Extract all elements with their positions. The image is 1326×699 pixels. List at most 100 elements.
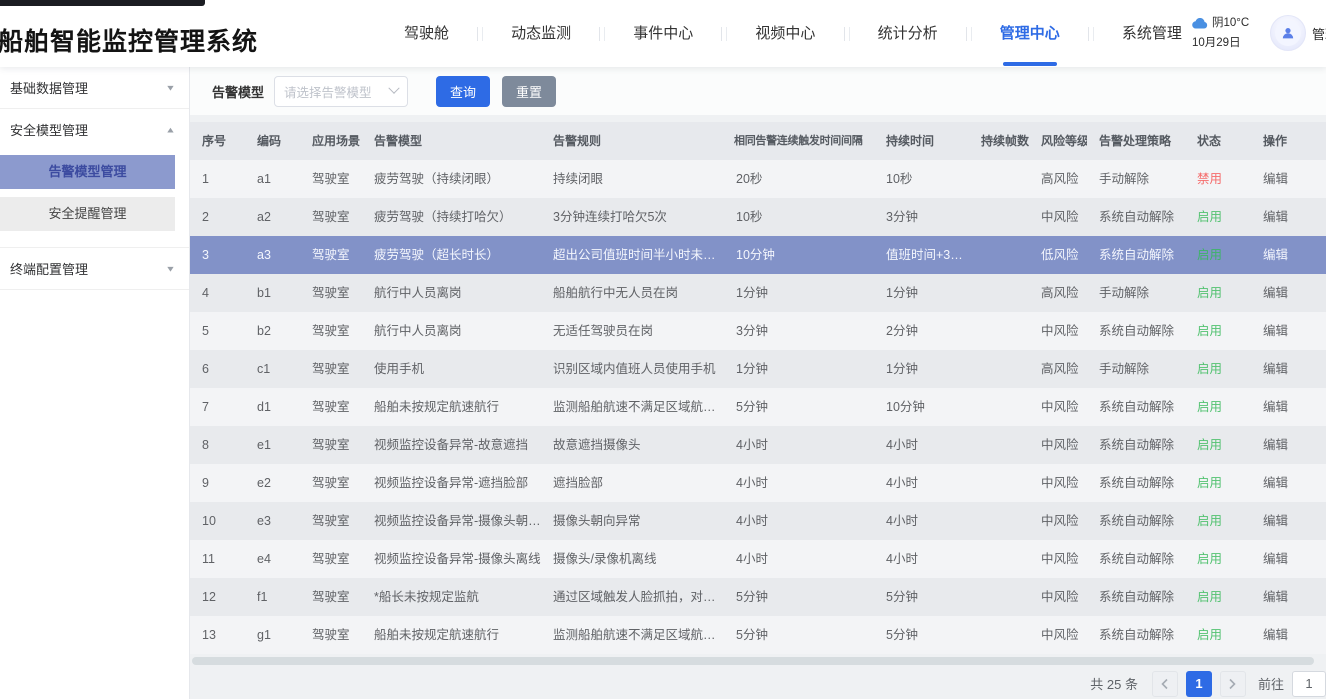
cell-status: 启用	[1185, 426, 1251, 464]
cell-model: 疲劳驾驶（持续闭眼）	[362, 160, 541, 198]
cell-seq: 3	[190, 236, 245, 274]
cell-frames	[969, 160, 1029, 198]
edit-link[interactable]: 编辑	[1251, 540, 1326, 578]
prev-page-button[interactable]	[1152, 671, 1178, 697]
nav-item-system-management[interactable]: 系统管理	[1116, 0, 1188, 67]
next-page-button[interactable]	[1220, 671, 1246, 697]
table-row[interactable]: 12f1驾驶室*船长未按规定监航通过区域触发人脸抓拍，对船长身份...5分钟5分…	[190, 578, 1326, 616]
reset-button[interactable]: 重置	[502, 76, 556, 107]
cell-status: 启用	[1185, 502, 1251, 540]
cell-scene: 驾驶室	[300, 426, 362, 464]
cell-frames	[969, 578, 1029, 616]
column-header-rule: 告警规则	[541, 122, 724, 160]
query-button[interactable]: 查询	[436, 76, 490, 107]
nav-item-video-center[interactable]: 视频中心	[749, 0, 821, 67]
sidebar-item-safety-model[interactable]: 安全模型管理▲	[0, 109, 189, 150]
cell-code: e1	[245, 426, 300, 464]
cell-duration: 5分钟	[874, 616, 969, 654]
select-placeholder: 请选择告警模型	[284, 82, 372, 101]
page-1-button[interactable]: 1	[1186, 671, 1212, 697]
table-row[interactable]: 5b2驾驶室航行中人员离岗无适任驾驶员在岗3分钟2分钟中风险系统自动解除启用编辑	[190, 312, 1326, 350]
cell-seq: 9	[190, 464, 245, 502]
cell-seq: 11	[190, 540, 245, 578]
nav-separator	[966, 27, 972, 41]
cell-model: 航行中人员离岗	[362, 274, 541, 312]
cell-risk: 中风险	[1029, 502, 1087, 540]
cell-interval: 5分钟	[724, 578, 874, 616]
table-row[interactable]: 10e3驾驶室视频监控设备异常-摄像头朝向异常摄像头朝向异常4小时4小时中风险系…	[190, 502, 1326, 540]
chevron-right-icon	[1228, 678, 1237, 690]
column-header-risk: 风险等级	[1029, 122, 1087, 160]
filter-bar: 告警模型 请选择告警模型 查询 重置	[190, 67, 1326, 115]
edit-link[interactable]: 编辑	[1251, 274, 1326, 312]
user-avatar[interactable]	[1270, 15, 1306, 51]
pagination-total: 共 25 条	[1090, 674, 1138, 693]
cell-seq: 5	[190, 312, 245, 350]
nav-item-statistics[interactable]: 统计分析	[872, 0, 944, 67]
alarm-model-select[interactable]: 请选择告警模型	[274, 76, 408, 107]
cell-code: a3	[245, 236, 300, 274]
horizontal-scrollbar-thumb[interactable]	[192, 657, 1314, 665]
cell-code: c1	[245, 350, 300, 388]
table-row[interactable]: 3a3驾驶室疲劳驾驶（超长时长）超出公司值班时间半小时未按规定交接10分钟值班时…	[190, 236, 1326, 274]
cell-duration: 4小时	[874, 502, 969, 540]
cell-scene: 驾驶室	[300, 464, 362, 502]
filter-label: 告警模型	[212, 82, 264, 101]
table-row[interactable]: 9e2驾驶室视频监控设备异常-遮挡脸部遮挡脸部4小时4小时中风险系统自动解除启用…	[190, 464, 1326, 502]
cell-code: b2	[245, 312, 300, 350]
cell-interval: 5分钟	[724, 388, 874, 426]
edit-link[interactable]: 编辑	[1251, 502, 1326, 540]
cell-model: 视频监控设备异常-摄像头朝向异常	[362, 502, 541, 540]
edit-link[interactable]: 编辑	[1251, 578, 1326, 616]
sidebar-item-terminal-config[interactable]: 终端配置管理▼	[0, 248, 189, 289]
cell-strategy: 手动解除	[1087, 274, 1185, 312]
table-row[interactable]: 8e1驾驶室视频监控设备异常-故意遮挡故意遮挡摄像头4小时4小时中风险系统自动解…	[190, 426, 1326, 464]
cell-seq: 1	[190, 160, 245, 198]
weather-date: 10月29日	[1192, 33, 1241, 53]
cell-strategy: 手动解除	[1087, 160, 1185, 198]
edit-link[interactable]: 编辑	[1251, 160, 1326, 198]
cell-model: 疲劳驾驶（超长时长）	[362, 236, 541, 274]
edit-link[interactable]: 编辑	[1251, 464, 1326, 502]
nav-item-cockpit[interactable]: 驾驶舱	[398, 0, 455, 67]
edit-link[interactable]: 编辑	[1251, 426, 1326, 464]
sidebar-item-alarm-model[interactable]: 告警模型管理	[0, 155, 175, 189]
cell-frames	[969, 312, 1029, 350]
cell-seq: 2	[190, 198, 245, 236]
edit-link[interactable]: 编辑	[1251, 616, 1326, 654]
edit-link[interactable]: 编辑	[1251, 312, 1326, 350]
sidebar-group-label: 基础数据管理	[10, 78, 88, 97]
user-menu[interactable]: 管理	[1270, 15, 1326, 51]
cell-seq: 7	[190, 388, 245, 426]
table-row[interactable]: 4b1驾驶室航行中人员离岗船舶航行中无人员在岗1分钟1分钟高风险手动解除启用编辑	[190, 274, 1326, 312]
cell-duration: 10分钟	[874, 388, 969, 426]
nav-item-event-center[interactable]: 事件中心	[627, 0, 699, 67]
cell-code: a2	[245, 198, 300, 236]
column-header-duration: 持续时间	[874, 122, 969, 160]
edit-link[interactable]: 编辑	[1251, 350, 1326, 388]
cell-strategy: 系统自动解除	[1087, 502, 1185, 540]
cell-status: 启用	[1185, 274, 1251, 312]
edit-link[interactable]: 编辑	[1251, 388, 1326, 426]
edit-link[interactable]: 编辑	[1251, 236, 1326, 274]
cell-risk: 中风险	[1029, 540, 1087, 578]
table-row[interactable]: 7d1驾驶室船舶未按规定航速航行监测船舶航速不满足区域航速限制规定5分钟10分钟…	[190, 388, 1326, 426]
nav-item-dynamic-monitor[interactable]: 动态监测	[505, 0, 577, 67]
cell-frames	[969, 236, 1029, 274]
sidebar-item-basic-data[interactable]: 基础数据管理▼	[0, 67, 189, 108]
cell-rule: 超出公司值班时间半小时未按规定交接	[541, 236, 724, 274]
nav-item-management-center[interactable]: 管理中心	[994, 0, 1066, 67]
table-row[interactable]: 2a2驾驶室疲劳驾驶（持续打哈欠）3分钟连续打哈欠5次10秒3分钟中风险系统自动…	[190, 198, 1326, 236]
table-row[interactable]: 1a1驾驶室疲劳驾驶（持续闭眼）持续闭眼20秒10秒高风险手动解除禁用编辑	[190, 160, 1326, 198]
goto-page-input[interactable]	[1292, 671, 1326, 697]
sidebar-item-safety-reminder[interactable]: 安全提醒管理	[0, 197, 175, 231]
table-row[interactable]: 6c1驾驶室使用手机识别区域内值班人员使用手机1分钟1分钟高风险手动解除启用编辑	[190, 350, 1326, 388]
cell-interval: 3分钟	[724, 312, 874, 350]
cell-interval: 5分钟	[724, 616, 874, 654]
sidebar-group-label: 安全模型管理	[10, 120, 88, 139]
cell-interval: 10分钟	[724, 236, 874, 274]
edit-link[interactable]: 编辑	[1251, 198, 1326, 236]
cell-interval: 10秒	[724, 198, 874, 236]
table-row[interactable]: 13g1驾驶室船舶未按规定航速航行监测船舶航速不满足区域航速限制规定5分钟5分钟…	[190, 616, 1326, 654]
table-row[interactable]: 11e4驾驶室视频监控设备异常-摄像头离线摄像头/录像机离线4小时4小时中风险系…	[190, 540, 1326, 578]
